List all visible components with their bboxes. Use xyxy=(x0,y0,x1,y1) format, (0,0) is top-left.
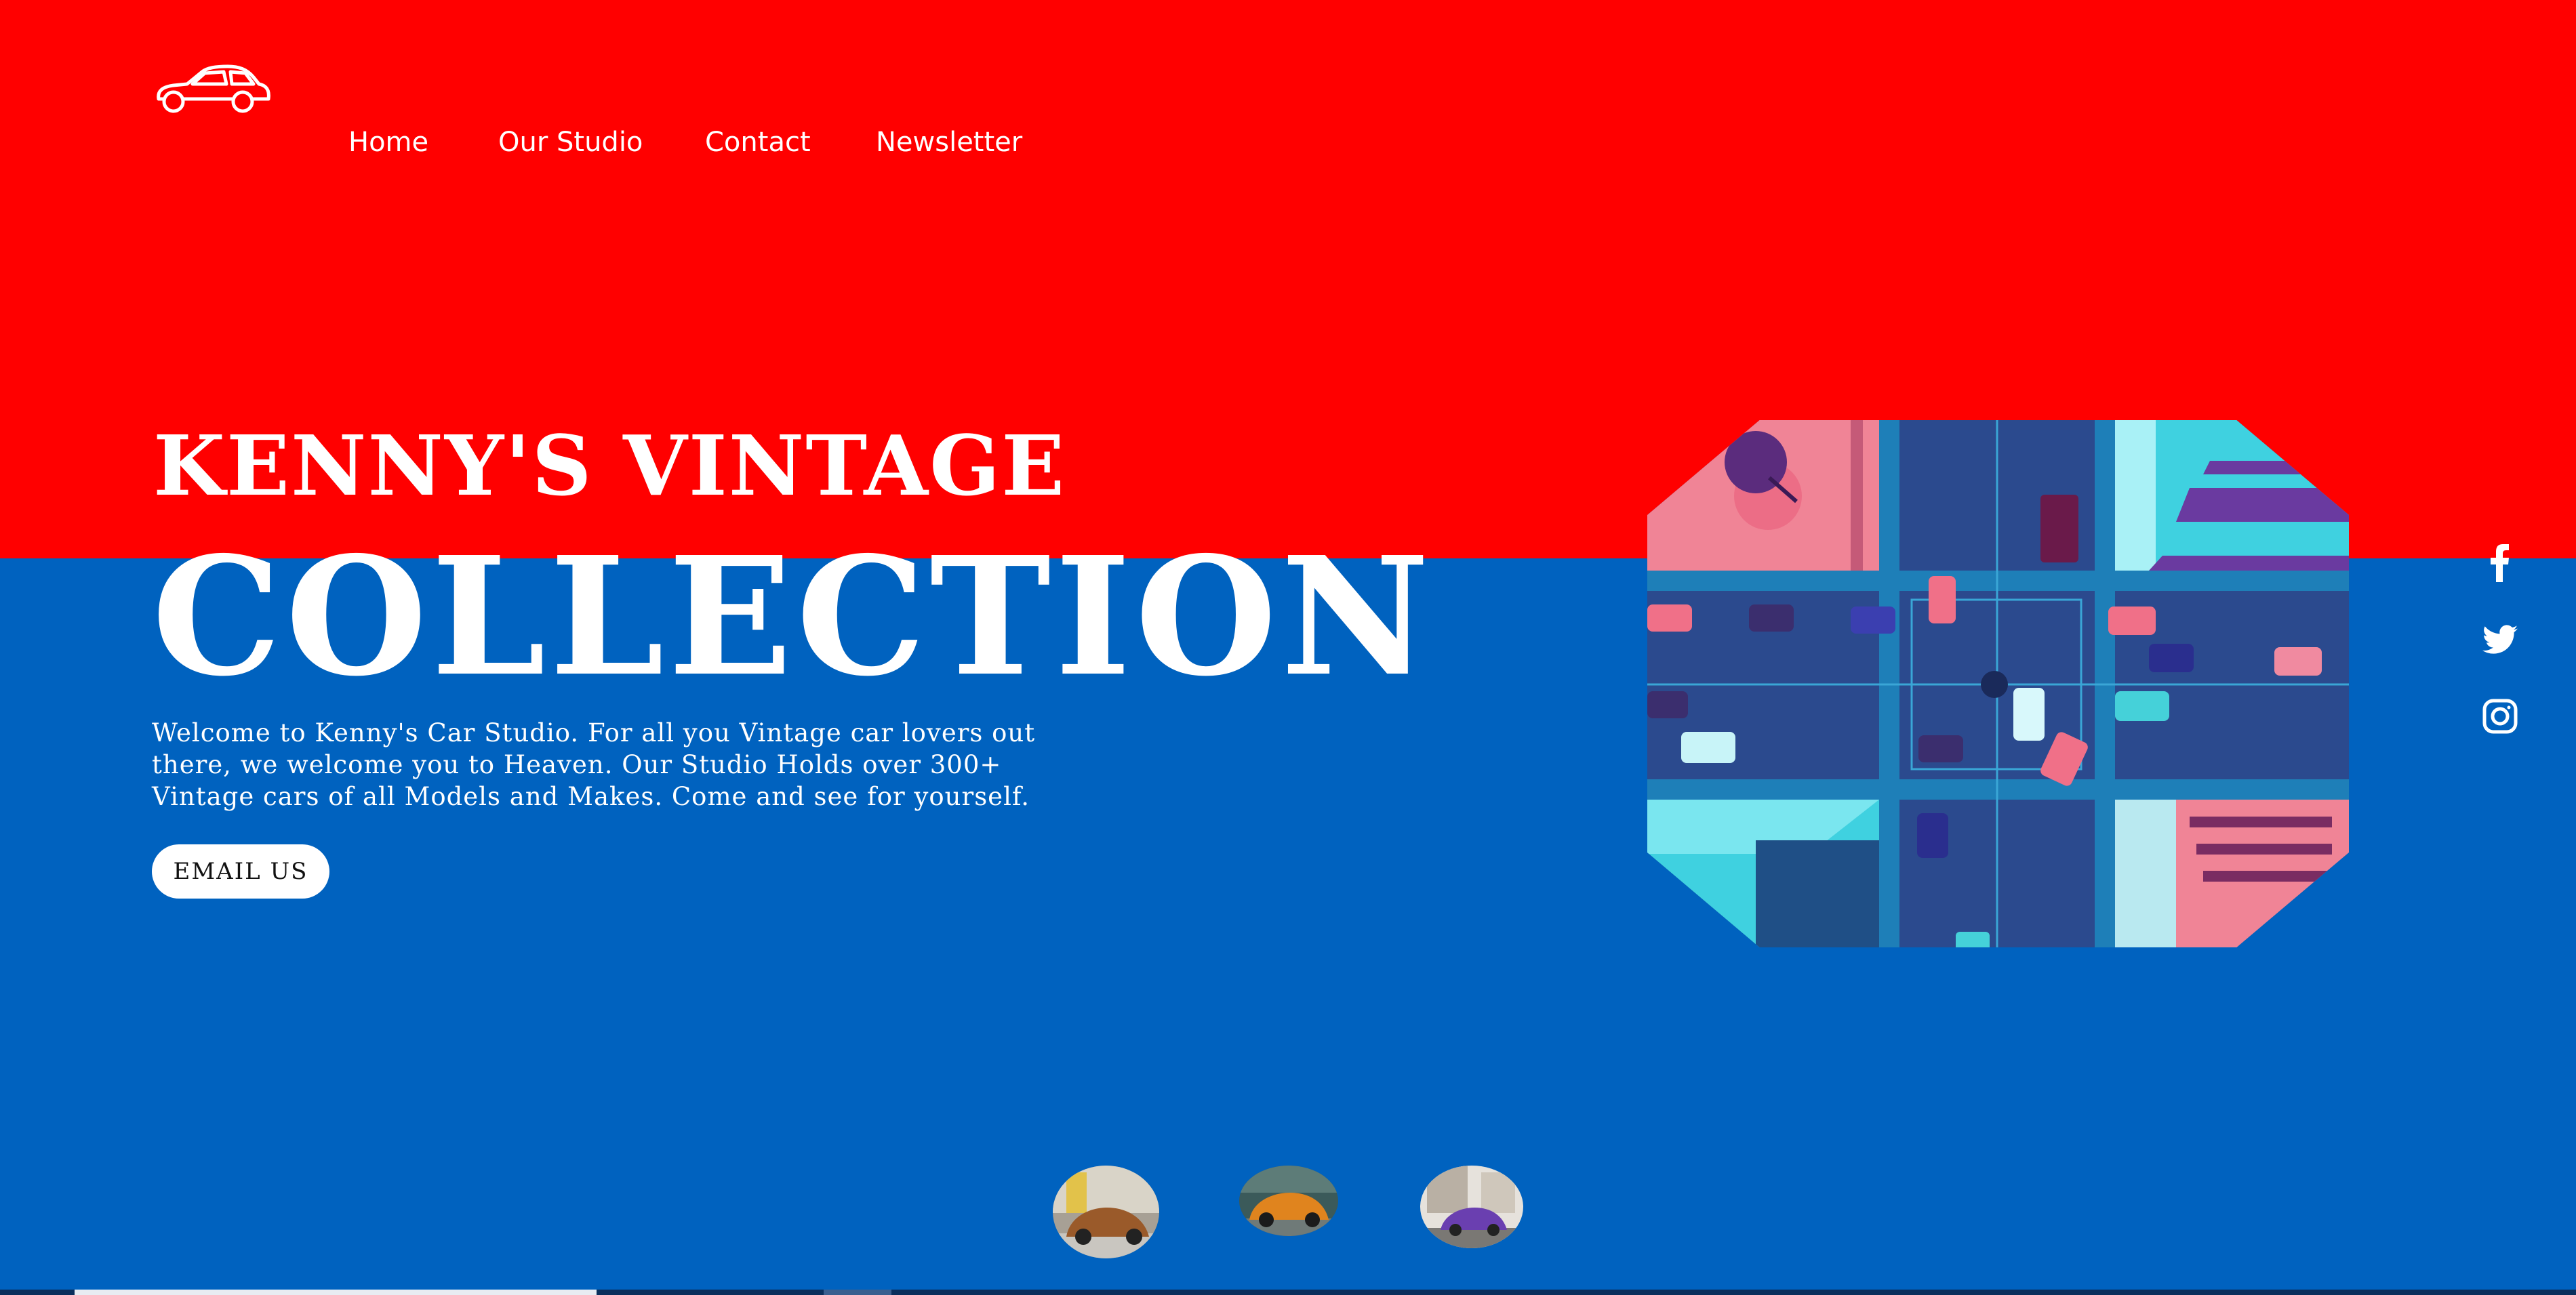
hero-title-line1: KENNY'S VINTAGE xyxy=(153,417,1066,514)
instagram-icon[interactable] xyxy=(2482,695,2518,737)
hero-description: Welcome to Kenny's Car Studio. For all y… xyxy=(152,718,1036,811)
car-logo-icon[interactable] xyxy=(153,64,273,115)
nav-contact-link[interactable]: Contact xyxy=(705,122,811,163)
facebook-icon[interactable] xyxy=(2482,542,2518,584)
city-intersection-illustration xyxy=(1647,420,2349,947)
nav-newsletter-link[interactable]: Newsletter xyxy=(876,122,1022,163)
vintage-car-thumbnail-2[interactable] xyxy=(1239,1166,1338,1236)
scrollbar-thumb[interactable] xyxy=(75,1290,597,1295)
nav-our-studio-link[interactable]: Our Studio xyxy=(498,122,643,163)
nav-home-link[interactable]: Home xyxy=(348,122,428,163)
scrollbar-indicator xyxy=(824,1290,891,1295)
email-us-button[interactable]: EMAIL US xyxy=(152,844,329,899)
vintage-car-thumbnail-1[interactable] xyxy=(1053,1166,1159,1258)
twitter-icon[interactable] xyxy=(2482,619,2518,661)
hero-title-line2: COLLECTION xyxy=(152,521,1434,712)
horizontal-scrollbar[interactable] xyxy=(0,1290,2576,1295)
vintage-car-thumbnail-3[interactable] xyxy=(1420,1166,1523,1248)
